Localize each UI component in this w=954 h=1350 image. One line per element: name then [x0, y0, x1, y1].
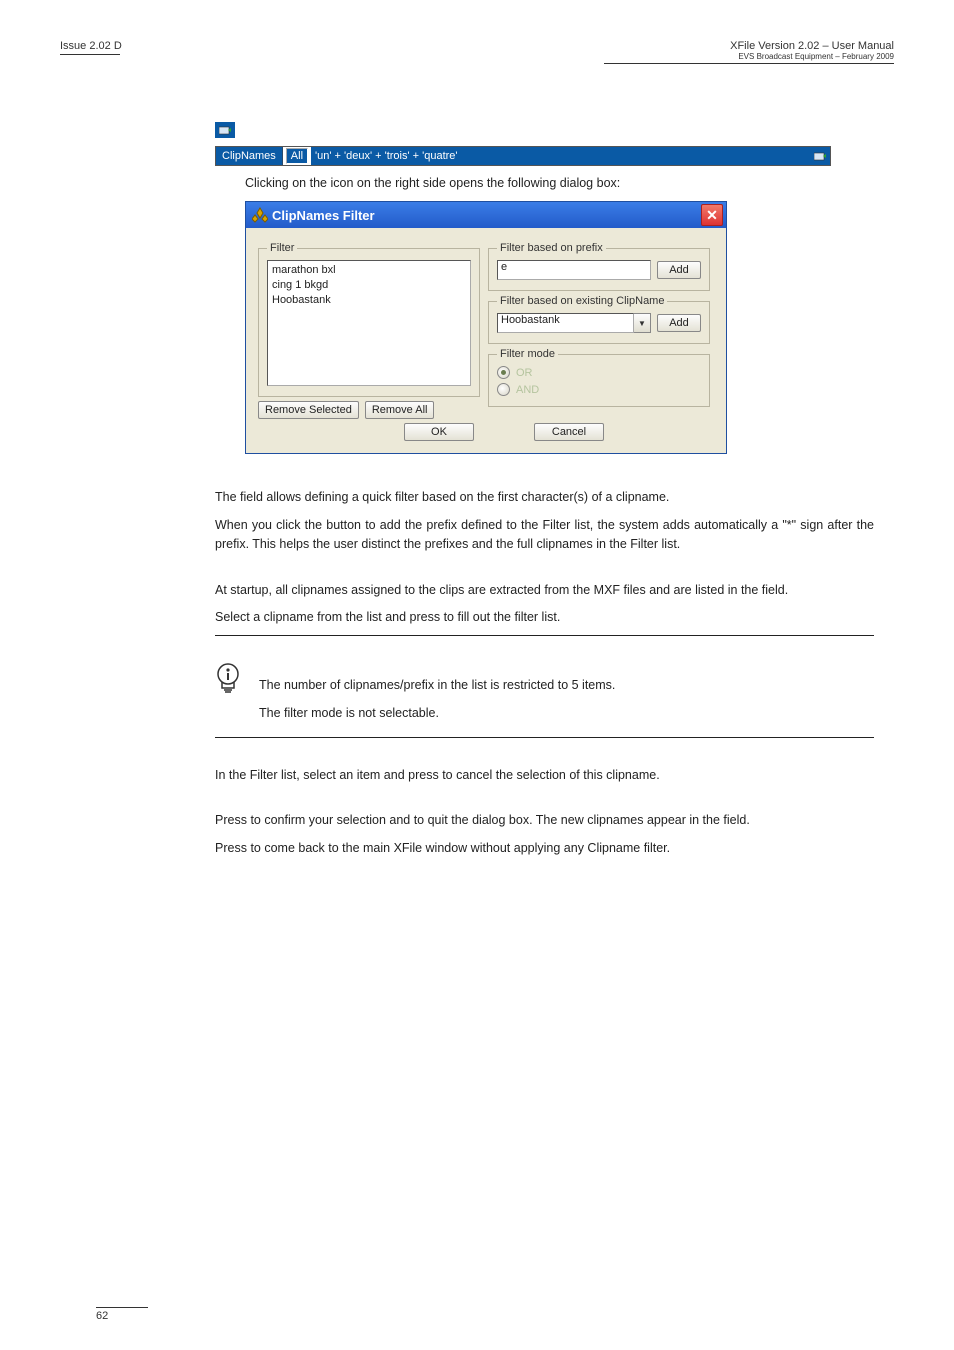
issue-label: Issue 2.02 D	[60, 40, 122, 52]
radio-icon	[497, 366, 510, 379]
text-run: Select a clipname from the list and pres…	[215, 610, 444, 624]
clipnames-button[interactable]: ClipNames	[216, 147, 283, 165]
note-divider	[215, 737, 874, 738]
mode-and-radio: AND	[497, 383, 701, 396]
text-run: field allows defining a quick filter bas…	[240, 490, 669, 504]
text-run: to confirm your selection and to quit th…	[250, 813, 723, 827]
header-divider-right	[604, 63, 894, 64]
existing-clipname-group: Filter based on existing ClipName Hoobas…	[488, 295, 710, 344]
text-run: The	[215, 490, 240, 504]
list-item[interactable]: marathon bxl	[272, 263, 466, 278]
text-run: Press	[215, 813, 250, 827]
filter-list-group: Filter marathon bxl cing 1 bkgd Hoobasta…	[258, 242, 480, 397]
cancel-button[interactable]: Cancel	[534, 423, 604, 441]
paragraph: Press to come back to the main XFile win…	[215, 839, 874, 858]
text-run: At startup, all clipnames assigned to th…	[215, 583, 762, 597]
mode-or-label: OR	[516, 367, 533, 379]
paragraph: Select a clipname from the list and pres…	[215, 608, 874, 627]
dialog-titlebar: ClipNames Filter ✕	[246, 202, 726, 228]
text-run: field.	[723, 813, 749, 827]
prefix-input[interactable]: e	[497, 260, 651, 280]
radio-icon	[497, 383, 510, 396]
chevron-down-icon[interactable]: ▼	[634, 313, 651, 333]
doc-subtitle: EVS Broadcast Equipment – February 2009	[604, 52, 894, 61]
paragraph: In the Filter list, select an item and p…	[215, 766, 874, 785]
prefix-legend: Filter based on prefix	[497, 242, 606, 254]
paragraph: Press to confirm your selection and to q…	[215, 811, 874, 830]
open-filter-icon	[215, 122, 235, 138]
all-button[interactable]: All	[286, 148, 308, 164]
remove-all-button[interactable]: Remove All	[365, 401, 435, 419]
clipname-combo-value[interactable]: Hoobastank	[497, 313, 634, 333]
intro-text: Clicking on the icon on the right side o…	[245, 174, 874, 193]
list-item[interactable]: cing 1 bkgd	[272, 278, 466, 293]
page-number: 62	[96, 1310, 108, 1322]
mode-or-radio: OR	[497, 366, 701, 379]
close-icon[interactable]: ✕	[701, 204, 723, 226]
text-run: In the Filter list, select an item and p…	[215, 768, 442, 782]
clipnames-filter-dialog: ClipNames Filter ✕ Filter marathon bxl c…	[245, 201, 727, 454]
header-divider-left	[60, 54, 120, 55]
text-run: to fill out the filter list.	[444, 610, 561, 624]
paragraph: At startup, all clipnames assigned to th…	[215, 581, 874, 600]
text-run: Press	[215, 841, 250, 855]
note-line: The filter mode is not selectable.	[259, 704, 615, 723]
remove-selected-button[interactable]: Remove Selected	[258, 401, 359, 419]
ok-button[interactable]: OK	[404, 423, 474, 441]
filter-mode-group: Filter mode OR AND	[488, 348, 710, 407]
page-footer: 62	[96, 1307, 148, 1322]
open-dialog-icon[interactable]	[810, 147, 830, 165]
add-clipname-button[interactable]: Add	[657, 314, 701, 332]
note-icon	[215, 662, 241, 694]
mode-and-label: AND	[516, 384, 539, 396]
filter-legend: Filter	[267, 242, 297, 254]
text-run: field.	[762, 583, 788, 597]
add-prefix-button[interactable]: Add	[657, 261, 701, 279]
prefix-filter-group: Filter based on prefix e Add	[488, 242, 710, 291]
paragraph: When you click the button to add the pre…	[215, 516, 874, 555]
text-run: to come back to the main XFile window wi…	[250, 841, 670, 855]
text-run: to cancel the selection of this clipname…	[442, 768, 659, 782]
existing-legend: Filter based on existing ClipName	[497, 295, 667, 307]
text-run: When you click the	[215, 518, 326, 532]
dialog-title: ClipNames Filter	[272, 208, 701, 223]
clipnames-status-bar: ClipNames All 'un' + 'deux' + 'trois' + …	[215, 146, 831, 166]
mode-legend: Filter mode	[497, 348, 558, 360]
dialog-app-icon	[252, 207, 268, 223]
list-item[interactable]: Hoobastank	[272, 293, 466, 308]
clipnames-summary-text: 'un' + 'deux' + 'trois' + 'quatre'	[311, 147, 810, 165]
clipname-combobox[interactable]: Hoobastank ▼	[497, 313, 651, 333]
filter-listbox[interactable]: marathon bxl cing 1 bkgd Hoobastank	[267, 260, 471, 386]
footer-divider	[96, 1307, 148, 1308]
note-line: The number of clipnames/prefix in the li…	[259, 676, 615, 695]
note-block: The number of clipnames/prefix in the li…	[215, 662, 874, 731]
paragraph: The field allows defining a quick filter…	[215, 488, 874, 507]
note-divider	[215, 635, 874, 636]
doc-title: XFile Version 2.02 – User Manual	[604, 40, 894, 52]
